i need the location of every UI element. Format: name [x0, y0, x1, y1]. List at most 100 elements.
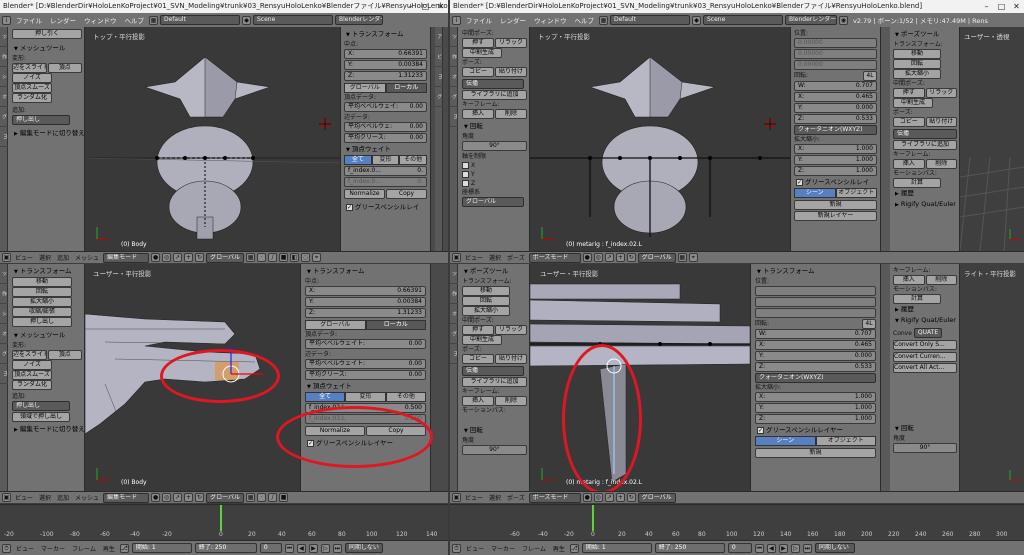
toggle-edit-header[interactable]: ▶ 編集モードに切り替え [12, 424, 84, 435]
tab-options[interactable]: オ [0, 324, 8, 344]
noise-button[interactable]: ノイズ [12, 360, 52, 370]
relax-button[interactable]: リラック [495, 38, 527, 48]
menu-view[interactable]: ビュー [463, 253, 485, 262]
play-icon[interactable]: ▶ [308, 543, 318, 553]
median-x-field[interactable]: X: 0.66391 [305, 286, 426, 296]
menu-help[interactable]: ヘルプ [122, 15, 148, 25]
insert-key-button[interactable]: 挿入 [462, 109, 494, 119]
menu-pose[interactable]: ポーズ [505, 253, 527, 262]
menu-frame[interactable]: フレーム [70, 544, 98, 553]
push-pull-button[interactable]: 押し引く [12, 29, 82, 39]
rot-x-field[interactable]: X: 0.465 [794, 92, 877, 102]
crease-field[interactable]: 平均クリース: 0.00 [305, 370, 426, 380]
angle-field[interactable]: 90° [462, 141, 527, 151]
menu-file[interactable]: ファイル [13, 15, 45, 25]
manipulator-icon[interactable]: ↗ [173, 493, 183, 502]
copy-pose-button[interactable]: コピー [462, 354, 494, 364]
current-frame-field[interactable]: 0 [727, 543, 752, 553]
insert-key-button[interactable]: 挿入 [462, 396, 494, 406]
vertex-weights-header[interactable]: ▼ 頂点ウェイト [305, 381, 426, 392]
menu-view[interactable]: ビュー [13, 493, 35, 502]
tab-create[interactable]: 作 [450, 47, 458, 67]
viewport-bottom-right[interactable]: ユーザー・平行投影 (0) metarig : f_index.02.L [530, 264, 750, 491]
menu-playback[interactable]: 再生 [551, 544, 567, 553]
grease-pencil-header[interactable]: ✓ グリースペンシルレイ [794, 177, 877, 188]
relax-button[interactable]: リラック [495, 325, 527, 335]
transform-header[interactable]: ▼ トランスフォーム [344, 29, 427, 40]
loc-y-field[interactable] [755, 297, 876, 307]
convert-all-button[interactable]: Convert All Act... [893, 363, 957, 373]
local-toggle[interactable]: ローカル [365, 320, 426, 330]
convert-only-selected-button[interactable]: Convert Only S... [893, 340, 957, 350]
occlude-icon[interactable]: ◧ [290, 253, 300, 262]
next-key-icon[interactable]: ▷ [320, 543, 330, 553]
smooth-vertex-button[interactable]: 頂点スムーズ [12, 370, 52, 380]
edge-select-icon[interactable]: / [268, 493, 278, 502]
tab-all[interactable]: 全て [305, 392, 346, 402]
tab-tools[interactable]: ツ [0, 264, 8, 284]
median-z-field[interactable]: Z: 1.31233 [305, 308, 426, 318]
vertex-button[interactable]: 頂点 [47, 63, 82, 73]
jump-start-icon[interactable]: ⏮ [754, 543, 764, 553]
randomize-button[interactable]: ランダム化 [12, 93, 52, 103]
rotate-icon[interactable]: ↻ [195, 493, 205, 502]
pose-tools-header[interactable]: ▼ ポーズツール [462, 266, 527, 277]
snap-icon[interactable]: ⌖ [312, 253, 322, 262]
tab-options[interactable]: オ [450, 304, 458, 324]
tab-shade[interactable]: シ [0, 67, 8, 87]
tab-mmd[interactable]: m [0, 127, 8, 147]
tab-other[interactable]: その他 [385, 392, 426, 402]
layer-icon[interactable]: ▦ [246, 493, 256, 502]
noise-button[interactable]: ノイズ [12, 73, 52, 83]
propagate-dropdown[interactable]: 伝播 [893, 129, 957, 139]
tab-create[interactable]: 作 [450, 284, 458, 304]
tab-object[interactable]: オブジェクト [815, 436, 876, 446]
menu-add[interactable]: 追加 [55, 493, 71, 502]
menu-marker[interactable]: マーカー [489, 544, 517, 553]
shading-icon[interactable]: ● [582, 253, 592, 262]
menu-help[interactable]: ヘルプ [572, 15, 598, 25]
copy-button[interactable]: Copy [386, 189, 427, 199]
angle-field[interactable]: 90° [893, 443, 957, 453]
rot-y-field[interactable]: Y: 0.000 [794, 103, 877, 113]
propagate-dropdown[interactable]: 伝播 [462, 79, 524, 89]
median-x-field[interactable]: X: 0.66391 [344, 49, 427, 59]
tab-grease[interactable]: グ [0, 107, 8, 127]
menu-render[interactable]: レンダー [497, 15, 529, 25]
vertex-select-icon[interactable]: · [257, 493, 267, 502]
view3d-editor-icon[interactable]: ▣ [2, 253, 11, 262]
vertex-select-icon[interactable]: · [257, 253, 267, 262]
menu-view[interactable]: ビュー [14, 544, 36, 553]
edge-select-icon[interactable]: / [268, 253, 278, 262]
rotation-mode-dropdown[interactable]: クォータニオン(WXYZ) [794, 125, 877, 135]
convert-current-button[interactable]: Convert Curren... [893, 352, 957, 362]
tab-scene[interactable]: シーン [794, 188, 836, 198]
menu-add[interactable]: 追加 [55, 253, 71, 262]
menu-view[interactable]: ビュー [13, 253, 35, 262]
move-button[interactable]: 移動 [893, 49, 941, 59]
layer-icon[interactable]: ▦ [677, 253, 687, 262]
viewport-far-top[interactable]: ユーザー・透視 [960, 27, 1024, 251]
menu-playback[interactable]: 再生 [101, 544, 117, 553]
menu-file[interactable]: ファイル [463, 15, 495, 25]
scale-z-field[interactable]: Z: 1.000 [755, 414, 876, 424]
randomize-button[interactable]: ランダム化 [12, 380, 52, 390]
tab-mmd[interactable]: m [0, 364, 8, 384]
menu-select[interactable]: 選択 [487, 253, 503, 262]
loc-x-field[interactable] [755, 286, 876, 296]
jump-end-icon[interactable]: ⏭ [802, 543, 812, 553]
vertex-button[interactable]: 頂点 [47, 350, 82, 360]
scale-y-field[interactable]: Y: 1.000 [755, 403, 876, 413]
new-layer-button[interactable]: 新規レイヤー [794, 211, 877, 221]
move-button[interactable]: 移動 [12, 277, 72, 287]
edge-slide-button[interactable]: 辺をスライド [12, 350, 47, 360]
tab-deform[interactable]: 変形 [345, 392, 386, 402]
manipulator-icon[interactable]: ↗ [604, 253, 614, 262]
tab-shade[interactable]: シ [0, 304, 8, 324]
move-button[interactable]: 移動 [462, 286, 510, 296]
timeline-area[interactable] [450, 504, 1024, 531]
weight-row[interactable]: f_index.0... 0. [344, 166, 427, 176]
tab-item[interactable]: ア [435, 27, 443, 47]
history-header[interactable]: ▶ 履歴 [893, 304, 957, 315]
prev-key-icon[interactable]: ◀ [296, 543, 306, 553]
